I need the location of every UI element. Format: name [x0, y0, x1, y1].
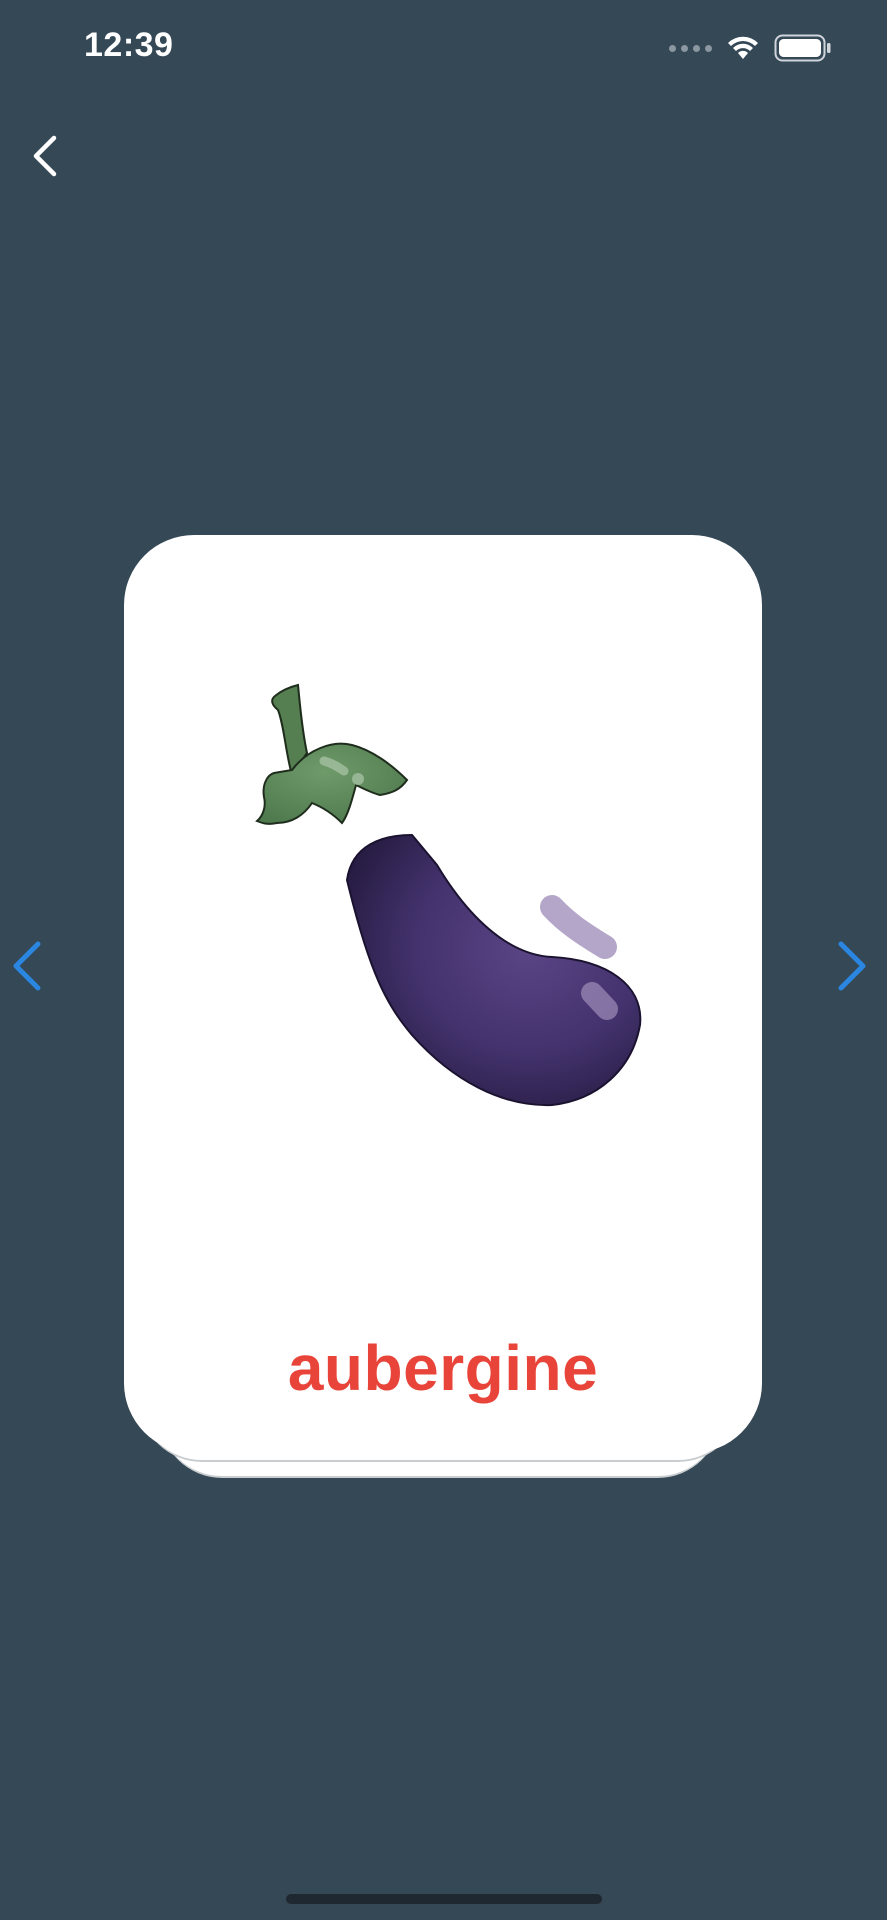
battery-icon	[774, 34, 831, 62]
status-time: 12:39	[84, 26, 174, 64]
eggplant-illustration	[255, 683, 642, 1107]
next-card-button[interactable]	[831, 938, 871, 994]
home-indicator[interactable]	[286, 1894, 602, 1904]
wifi-icon	[728, 36, 758, 59]
status-icons	[669, 34, 832, 62]
flash-card[interactable]: aubergine	[124, 535, 762, 1453]
chevron-left-icon	[13, 941, 41, 991]
card-word: aubergine	[287, 1332, 599, 1404]
previous-card-button[interactable]	[8, 938, 48, 994]
chevron-left-icon	[33, 135, 57, 177]
back-button[interactable]	[24, 128, 68, 184]
cellular-signal-icon	[669, 44, 712, 52]
chevron-right-icon	[838, 941, 866, 991]
